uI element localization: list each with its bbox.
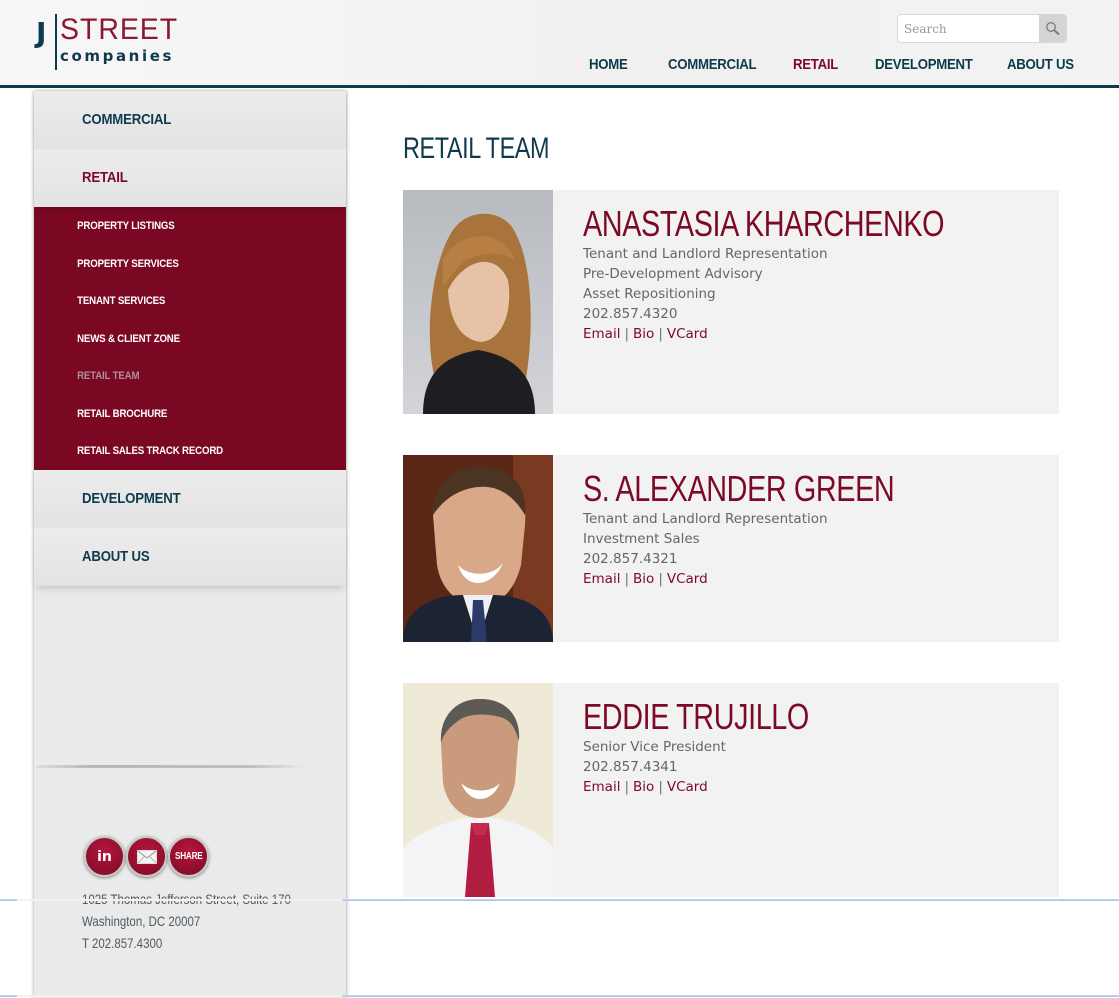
submenu-tenant-services[interactable]: TENANT SERVICES bbox=[34, 295, 309, 333]
team-member-info: EDDIE TRUJILLO Senior Vice President 202… bbox=[583, 697, 865, 797]
team-member-photo bbox=[403, 683, 553, 897]
vcard-link[interactable]: VCard bbox=[667, 326, 708, 342]
team-member-name: S. ALEXANDER GREEN bbox=[583, 468, 895, 509]
portrait-man-icon bbox=[403, 455, 553, 642]
retail-submenu: PROPERTY LISTINGS PROPERTY SERVICES TENA… bbox=[34, 207, 346, 470]
address-phone: T 202.857.4300 bbox=[82, 935, 163, 951]
overlay-line bbox=[342, 995, 1119, 997]
submenu-news-client-zone[interactable]: NEWS & CLIENT ZONE bbox=[34, 333, 309, 371]
team-member-links: Email | Bio | VCard bbox=[583, 324, 1034, 344]
sidebar-item-label: ABOUT US bbox=[82, 548, 150, 565]
site-header: J STREET companies HOME COMMERCIAL RETAI… bbox=[0, 0, 1119, 88]
email-link[interactable]: Email bbox=[583, 326, 620, 342]
search-icon bbox=[1046, 22, 1060, 35]
link-separator: | bbox=[624, 326, 630, 342]
team-member-card: EDDIE TRUJILLO Senior Vice President 202… bbox=[403, 683, 1059, 897]
team-member-phone: 202.857.4320 bbox=[583, 306, 678, 322]
sidebar-item-development[interactable]: DEVELOPMENT bbox=[34, 470, 346, 528]
team-member-links: Email | Bio | VCard bbox=[583, 777, 865, 797]
social-links: in SHARE bbox=[84, 836, 209, 878]
email-button[interactable] bbox=[126, 836, 167, 877]
team-member-name: EDDIE TRUJILLO bbox=[583, 696, 809, 737]
submenu-property-services[interactable]: PROPERTY SERVICES bbox=[34, 258, 309, 296]
team-member-specialty: Tenant and Landlord Representation bbox=[583, 511, 828, 527]
bio-link[interactable]: Bio bbox=[633, 779, 654, 795]
link-separator: | bbox=[624, 779, 630, 795]
sidebar-item-label: COMMERCIAL bbox=[82, 111, 172, 128]
portrait-woman-icon bbox=[403, 190, 553, 414]
team-member-info: ANASTASIA KHARCHENKO Tenant and Landlord… bbox=[583, 204, 1034, 344]
search-box bbox=[897, 14, 1067, 43]
main-nav: HOME COMMERCIAL RETAIL DEVELOPMENT ABOUT… bbox=[0, 56, 1119, 78]
sidebar-item-label: RETAIL bbox=[82, 169, 128, 186]
nav-commercial[interactable]: COMMERCIAL bbox=[668, 56, 757, 73]
search-button[interactable] bbox=[1039, 15, 1066, 42]
bio-link[interactable]: Bio bbox=[633, 571, 654, 587]
team-member-specialty: Asset Repositioning bbox=[583, 286, 716, 302]
nav-retail[interactable]: RETAIL bbox=[793, 56, 838, 73]
search-input[interactable] bbox=[898, 15, 1040, 42]
email-icon bbox=[136, 849, 157, 864]
share-icon: SHARE bbox=[174, 851, 203, 862]
team-member-specialty: Tenant and Landlord Representation bbox=[583, 246, 828, 262]
overlay-line bbox=[17, 995, 342, 997]
sidebar-item-commercial[interactable]: COMMERCIAL bbox=[34, 91, 346, 149]
submenu-property-listings[interactable]: PROPERTY LISTINGS bbox=[34, 220, 309, 258]
team-member-specialty: Pre-Development Advisory bbox=[583, 266, 763, 282]
team-member-links: Email | Bio | VCard bbox=[583, 569, 972, 589]
overlay-line bbox=[342, 899, 1119, 901]
team-member-name: ANASTASIA KHARCHENKO bbox=[583, 203, 945, 244]
overlay-line bbox=[0, 899, 17, 901]
share-button[interactable]: SHARE bbox=[168, 836, 209, 877]
link-separator: | bbox=[658, 326, 663, 342]
team-member-photo bbox=[403, 455, 553, 642]
nav-about-us[interactable]: ABOUT US bbox=[1007, 56, 1074, 73]
overlay-line bbox=[0, 995, 17, 997]
page-title: RETAIL TEAM bbox=[403, 132, 550, 165]
team-member-card: S. ALEXANDER GREEN Tenant and Landlord R… bbox=[403, 455, 1059, 642]
submenu-retail-team[interactable]: RETAIL TEAM bbox=[34, 370, 309, 408]
office-address: 1025 Thomas Jefferson Street, Suite 170 … bbox=[82, 888, 291, 954]
team-member-photo bbox=[403, 190, 553, 414]
team-member-info: S. ALEXANDER GREEN Tenant and Landlord R… bbox=[583, 469, 972, 589]
linkedin-button[interactable]: in bbox=[84, 836, 125, 877]
team-member-phone: 202.857.4341 bbox=[583, 759, 678, 775]
link-separator: | bbox=[624, 571, 630, 587]
vcard-link[interactable]: VCard bbox=[667, 571, 708, 587]
overlay-line bbox=[17, 899, 342, 901]
bio-link[interactable]: Bio bbox=[633, 326, 654, 342]
logo-j: J bbox=[36, 16, 47, 49]
email-link[interactable]: Email bbox=[583, 779, 620, 795]
logo-street: STREET bbox=[60, 13, 179, 46]
link-separator: | bbox=[658, 571, 663, 587]
team-member-specialty: Investment Sales bbox=[583, 531, 700, 547]
address-line2: Washington, DC 20007 bbox=[82, 913, 201, 929]
sidebar: COMMERCIAL RETAIL PROPERTY LISTINGS PROP… bbox=[34, 91, 346, 998]
team-member-phone: 202.857.4321 bbox=[583, 551, 678, 567]
portrait-man-icon bbox=[403, 683, 553, 897]
nav-home[interactable]: HOME bbox=[589, 56, 628, 73]
sidebar-item-retail[interactable]: RETAIL bbox=[34, 149, 346, 207]
team-member-title: Senior Vice President bbox=[583, 739, 726, 755]
sidebar-item-label: DEVELOPMENT bbox=[82, 490, 181, 507]
email-link[interactable]: Email bbox=[583, 571, 620, 587]
vcard-link[interactable]: VCard bbox=[667, 779, 708, 795]
submenu-retail-brochure[interactable]: RETAIL BROCHURE bbox=[34, 408, 309, 446]
sidebar-divider bbox=[36, 765, 306, 768]
linkedin-icon: in bbox=[97, 848, 112, 865]
sidebar-item-about-us[interactable]: ABOUT US bbox=[34, 528, 346, 586]
team-member-card: ANASTASIA KHARCHENKO Tenant and Landlord… bbox=[403, 190, 1059, 414]
link-separator: | bbox=[658, 779, 663, 795]
nav-development[interactable]: DEVELOPMENT bbox=[875, 56, 973, 73]
